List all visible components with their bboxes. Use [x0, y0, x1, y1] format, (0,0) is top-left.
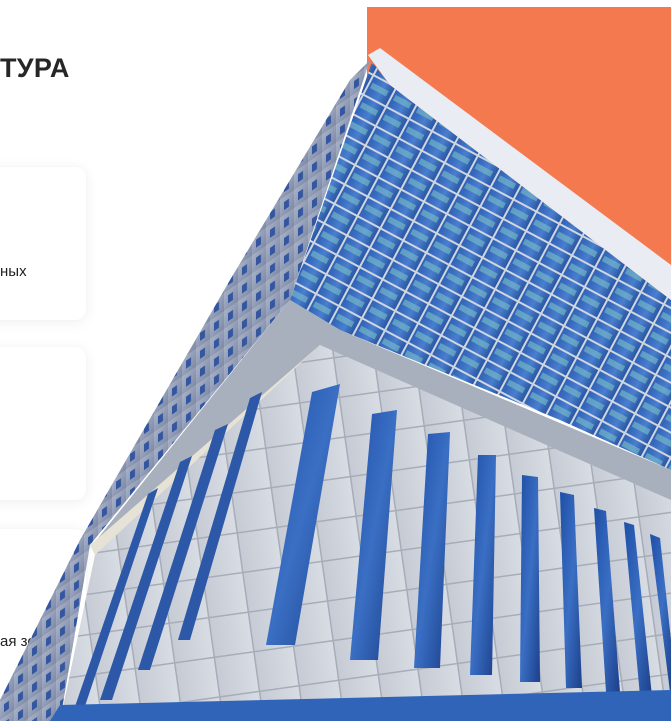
building-photo: [0, 48, 671, 721]
